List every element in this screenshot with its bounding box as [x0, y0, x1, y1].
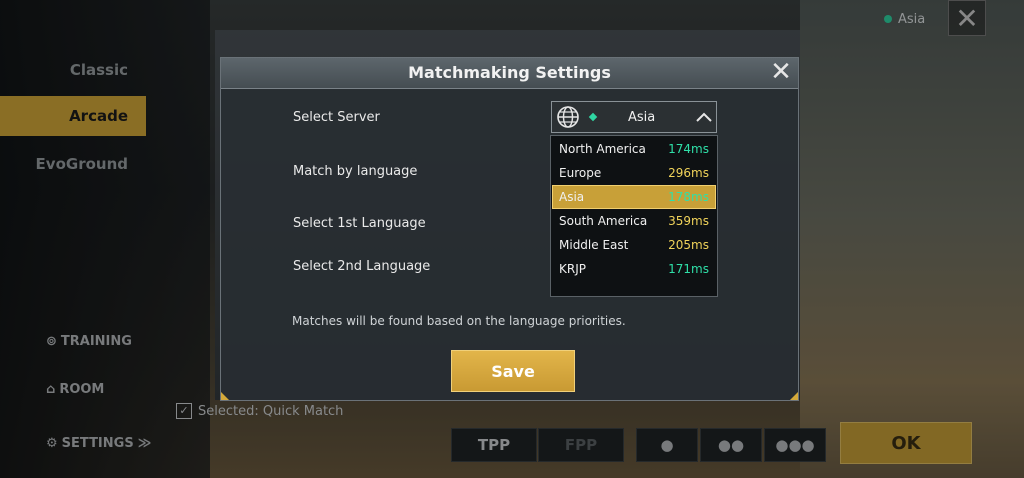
dialog-title: Matchmaking Settings [408, 63, 611, 82]
server-option-name: Middle East [559, 238, 629, 252]
save-button[interactable]: Save [451, 350, 575, 392]
server-option-krjp[interactable]: KRJP 171ms [553, 258, 715, 280]
dialog-close-button[interactable]: ✕ [765, 58, 797, 88]
server-option-name: KRJP [559, 262, 586, 276]
second-language-label: Select 2nd Language [293, 259, 431, 274]
language-priority-note: Matches will be found based on the langu… [292, 314, 626, 328]
server-option-ping: 171ms [668, 262, 709, 276]
corner-accent [221, 392, 229, 400]
server-option-name: North America [559, 142, 646, 156]
corner-accent [790, 392, 798, 400]
close-icon: ✕ [770, 57, 792, 87]
server-option-south-america[interactable]: South America 359ms [553, 210, 715, 232]
server-option-ping: 178ms [668, 190, 709, 204]
select-server-label: Select Server [293, 110, 380, 125]
server-option-name: Asia [559, 190, 585, 204]
server-option-asia[interactable]: Asia 178ms [552, 185, 716, 209]
server-option-name: Europe [559, 166, 602, 180]
server-option-ping: 296ms [668, 166, 709, 180]
server-option-north-america[interactable]: North America 174ms [553, 138, 715, 160]
server-option-ping: 174ms [668, 142, 709, 156]
server-option-ping: 205ms [668, 238, 709, 252]
server-select[interactable]: Asia [551, 101, 717, 133]
server-option-name: South America [559, 214, 648, 228]
globe-icon [557, 106, 579, 128]
server-option-europe[interactable]: Europe 296ms [553, 162, 715, 184]
server-option-middle-east[interactable]: Middle East 205ms [553, 234, 715, 256]
server-status-dot [588, 112, 598, 122]
server-dropdown: North America 174ms Europe 296ms Asia 17… [550, 135, 718, 297]
first-language-label: Select 1st Language [293, 216, 426, 231]
match-by-language-label: Match by language [293, 164, 418, 179]
matchmaking-settings-dialog: Matchmaking Settings ✕ Select Server Mat… [220, 57, 799, 401]
chevron-up-icon [696, 112, 712, 122]
selected-server-value: Asia [628, 109, 656, 125]
server-option-ping: 359ms [668, 214, 709, 228]
